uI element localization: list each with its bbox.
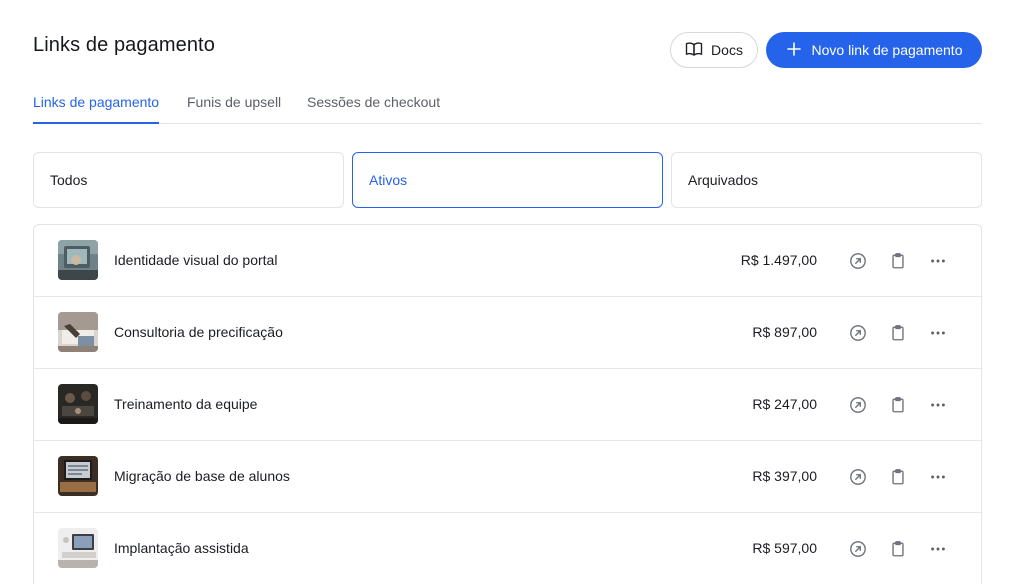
product-thumbnail xyxy=(58,240,98,280)
product-thumbnail xyxy=(58,312,98,352)
more-options-button[interactable] xyxy=(927,466,949,488)
page-title: Links de pagamento xyxy=(33,34,215,56)
filter-ativos[interactable]: Ativos xyxy=(352,152,663,208)
payment-links-list: Identidade visual do portal R$ 1.497,00 … xyxy=(33,224,982,584)
page-header: Links de pagamento Docs Novo link de pag… xyxy=(33,30,982,70)
open-link-button[interactable] xyxy=(847,538,869,560)
clipboard-icon xyxy=(892,325,904,341)
more-options-button[interactable] xyxy=(927,250,949,272)
list-item[interactable]: Treinamento da equipe R$ 247,00 xyxy=(34,369,981,441)
copy-link-button[interactable] xyxy=(887,466,909,488)
copy-link-button[interactable] xyxy=(887,322,909,344)
item-price: R$ 397,00 xyxy=(752,468,817,484)
clipboard-icon xyxy=(892,397,904,413)
open-link-button[interactable] xyxy=(847,394,869,416)
arrow-up-right-circle-icon xyxy=(850,397,866,413)
item-price: R$ 897,00 xyxy=(752,324,817,340)
product-thumbnail xyxy=(58,384,98,424)
clipboard-icon xyxy=(892,469,904,485)
tab-funis-de-upsell[interactable]: Funis de upsell xyxy=(187,92,281,123)
book-icon xyxy=(685,40,703,61)
product-thumbnail xyxy=(58,528,98,568)
list-item[interactable]: Migração de base de alunos R$ 397,00 xyxy=(34,441,981,513)
more-horizontal-icon xyxy=(931,331,945,335)
status-filters: Todos Ativos Arquivados xyxy=(33,152,982,208)
more-horizontal-icon xyxy=(931,547,945,551)
docs-button[interactable]: Docs xyxy=(670,32,758,68)
item-name: Treinamento da equipe xyxy=(114,396,258,412)
clipboard-icon xyxy=(892,253,904,269)
item-price: R$ 247,00 xyxy=(752,396,817,412)
new-payment-link-button[interactable]: Novo link de pagamento xyxy=(766,32,982,68)
tab-links-de-pagamento[interactable]: Links de pagamento xyxy=(33,92,160,124)
product-thumbnail xyxy=(58,456,98,496)
docs-button-label: Docs xyxy=(711,42,743,58)
item-price: R$ 1.497,00 xyxy=(740,252,817,268)
new-payment-link-label: Novo link de pagamento xyxy=(811,42,963,58)
more-options-button[interactable] xyxy=(927,394,949,416)
more-horizontal-icon xyxy=(931,259,945,263)
open-link-button[interactable] xyxy=(847,466,869,488)
item-price: R$ 597,00 xyxy=(752,540,817,556)
arrow-up-right-circle-icon xyxy=(850,253,866,269)
copy-link-button[interactable] xyxy=(887,538,909,560)
more-options-button[interactable] xyxy=(927,322,949,344)
item-name: Identidade visual do portal xyxy=(114,252,278,268)
arrow-up-right-circle-icon xyxy=(850,325,866,341)
plus-icon xyxy=(786,41,802,60)
item-name: Implantação assistida xyxy=(114,540,249,556)
arrow-up-right-circle-icon xyxy=(850,541,866,557)
open-link-button[interactable] xyxy=(847,250,869,272)
list-item[interactable]: Implantação assistida R$ 597,00 xyxy=(34,513,981,584)
arrow-up-right-circle-icon xyxy=(850,469,866,485)
copy-link-button[interactable] xyxy=(887,394,909,416)
filter-todos[interactable]: Todos xyxy=(33,152,344,208)
more-horizontal-icon xyxy=(931,475,945,479)
list-item[interactable]: Consultoria de precificação R$ 897,00 xyxy=(34,297,981,369)
copy-link-button[interactable] xyxy=(887,250,909,272)
item-name: Consultoria de precificação xyxy=(114,324,283,340)
open-link-button[interactable] xyxy=(847,322,869,344)
tab-bar: Links de pagamento Funis de upsell Sessõ… xyxy=(33,92,982,124)
list-item[interactable]: Identidade visual do portal R$ 1.497,00 xyxy=(34,225,981,297)
clipboard-icon xyxy=(892,541,904,557)
more-options-button[interactable] xyxy=(927,538,949,560)
filter-arquivados[interactable]: Arquivados xyxy=(671,152,982,208)
tab-sessoes-de-checkout[interactable]: Sessões de checkout xyxy=(307,92,440,123)
item-name: Migração de base de alunos xyxy=(114,468,290,484)
more-horizontal-icon xyxy=(931,403,945,407)
